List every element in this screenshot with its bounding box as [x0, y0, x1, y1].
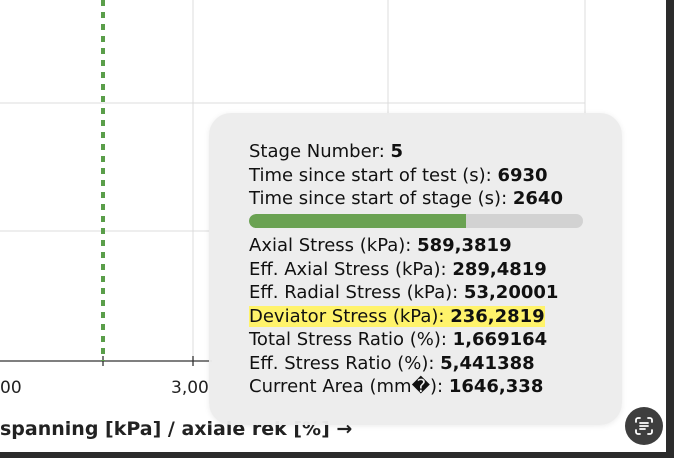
- text-scan-icon: [635, 417, 653, 435]
- text-scan-button[interactable]: [625, 407, 663, 445]
- deviator-stress-highlight: Deviator Stress (kPa): 236,2819: [249, 305, 545, 327]
- x-tick-label: 3,00: [171, 378, 209, 398]
- current-area-row: Current Area (mm�): 1646,338: [249, 376, 544, 397]
- x-tick-label: 00: [0, 378, 22, 398]
- eff-stress-ratio-row: Eff. Stress Ratio (%): 5,441388: [249, 352, 535, 374]
- window-frame-bottom: [0, 452, 674, 458]
- stage-progress-fill: [249, 214, 467, 228]
- tooltip-stage-info: Stage Number: 5 Time since start of test…: [249, 140, 563, 211]
- stage-progress-bar: [249, 214, 583, 228]
- total-stress-ratio-row: Total Stress Ratio (%): 1,669164: [249, 329, 548, 350]
- time-since-stage-row: Time since start of stage (s): 2640: [249, 188, 563, 209]
- axial-stress-row: Axial Stress (kPa): 589,3819: [249, 235, 512, 256]
- data-tooltip: Stage Number: 5 Time since start of test…: [209, 113, 622, 425]
- deviator-stress-row: Deviator Stress (kPa): 236,2819: [249, 305, 558, 329]
- stage-number-row: Stage Number: 5: [249, 141, 404, 162]
- eff-axial-stress-row: Eff. Axial Stress (kPa): 289,4819: [249, 258, 547, 280]
- window-frame-edge: [666, 0, 674, 458]
- tooltip-stress-values: Axial Stress (kPa): 589,3819 Eff. Axial …: [249, 234, 558, 399]
- time-since-test-row: Time since start of test (s): 6930: [249, 164, 548, 186]
- eff-radial-stress-row: Eff. Radial Stress (kPa): 53,20001: [249, 282, 559, 303]
